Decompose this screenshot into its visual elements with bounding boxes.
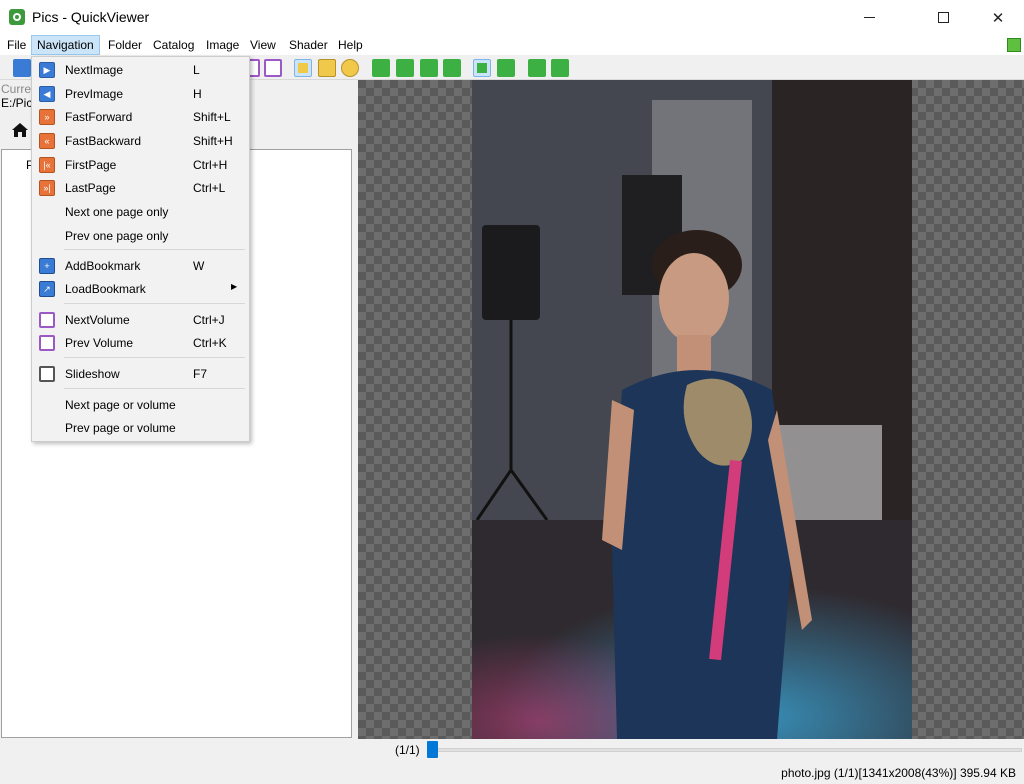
menu-item-prev-image[interactable]: ◀ PrevImage H: [32, 82, 249, 105]
app-icon: [9, 9, 25, 25]
prev-volume-icon: [39, 335, 55, 351]
menu-view[interactable]: View: [245, 35, 281, 55]
close-icon: ✕: [991, 9, 1005, 27]
menu-item-next-image[interactable]: ▶ NextImage L: [32, 58, 249, 81]
slideshow-toolbar-icon[interactable]: [528, 59, 546, 77]
prev-image-icon: ◀: [39, 86, 55, 102]
zoom-in-icon[interactable]: [396, 59, 414, 77]
menu-file[interactable]: File: [2, 35, 31, 55]
page-slider-track[interactable]: [432, 748, 1022, 752]
submenu-arrow-icon: ▶: [231, 282, 238, 291]
single-page-view-button[interactable]: [473, 59, 491, 77]
open-folder-toolbar-button[interactable]: [294, 59, 312, 77]
fullscreen-toggle-icon[interactable]: [1007, 38, 1021, 52]
maximize-icon: [937, 12, 949, 23]
fast-backward-icon: «: [39, 133, 55, 149]
menu-catalog[interactable]: Catalog: [148, 35, 199, 55]
settings-gear-icon[interactable]: [341, 59, 359, 77]
maximize-button[interactable]: [920, 0, 966, 35]
menu-item-slideshow[interactable]: Slideshow F7: [32, 362, 249, 385]
menu-item-fast-backward[interactable]: « FastBackward Shift+H: [32, 129, 249, 152]
menu-item-load-bookmark[interactable]: ↗ LoadBookmark ▶: [32, 277, 249, 300]
minimize-icon: [863, 17, 875, 18]
home-icon[interactable]: [11, 122, 29, 138]
pin-icon[interactable]: [551, 59, 569, 77]
last-page-icon: »|: [39, 180, 55, 196]
menu-separator: [64, 303, 245, 304]
menu-image[interactable]: Image: [201, 35, 244, 55]
menu-item-next-volume[interactable]: NextVolume Ctrl+J: [32, 308, 249, 331]
current-folder-label: Curre: [1, 82, 32, 96]
minimize-button[interactable]: [846, 0, 892, 35]
menu-folder[interactable]: Folder: [103, 35, 147, 55]
dual-page-view-icon[interactable]: [497, 59, 515, 77]
load-bookmark-icon: ↗: [39, 281, 55, 297]
menu-item-next-page-or-volume[interactable]: Next page or volume: [32, 393, 249, 416]
next-volume-toolbar-icon[interactable]: [264, 59, 282, 77]
next-image-icon: ▶: [39, 62, 55, 78]
status-text: photo.jpg (1/1)[1341x2008(43%)] 395.94 K…: [781, 766, 1016, 780]
fast-forward-icon: »: [39, 109, 55, 125]
menu-separator: [64, 357, 245, 358]
first-page-icon: |«: [39, 157, 55, 173]
menu-item-first-page[interactable]: |« FirstPage Ctrl+H: [32, 153, 249, 176]
menu-shader[interactable]: Shader: [284, 35, 333, 55]
next-volume-icon: [39, 312, 55, 328]
zoom-fit-icon[interactable]: [443, 59, 461, 77]
menu-separator: [64, 249, 245, 250]
page-counter: (1/1): [395, 743, 420, 757]
menu-navigation[interactable]: Navigation: [31, 35, 100, 55]
menu-item-fast-forward[interactable]: » FastForward Shift+L: [32, 105, 249, 128]
add-bookmark-icon: +: [39, 258, 55, 274]
slideshow-icon: [39, 366, 55, 382]
rotate-icon[interactable]: [372, 59, 390, 77]
menu-item-prev-page-or-volume[interactable]: Prev page or volume: [32, 416, 249, 439]
catalog-toolbar-icon[interactable]: [318, 59, 336, 77]
menu-item-prev-volume[interactable]: Prev Volume Ctrl+K: [32, 331, 249, 354]
photo-illustration: [472, 80, 912, 739]
menu-item-next-one-page-only[interactable]: Next one page only: [32, 200, 249, 223]
menu-item-add-bookmark[interactable]: + AddBookmark W: [32, 254, 249, 277]
menu-item-last-page[interactable]: »| LastPage Ctrl+L: [32, 176, 249, 199]
prev-image-toolbar-icon[interactable]: [13, 59, 31, 77]
menu-separator: [64, 388, 245, 389]
window-title: Pics - QuickViewer: [32, 9, 150, 25]
page-slider-handle[interactable]: [427, 741, 438, 758]
menu-help[interactable]: Help: [333, 35, 368, 55]
photo-image: [472, 80, 912, 739]
close-button[interactable]: ✕: [975, 0, 1021, 35]
menu-item-prev-one-page-only[interactable]: Prev one page only: [32, 224, 249, 247]
zoom-out-icon[interactable]: [420, 59, 438, 77]
current-folder-path: E:/Pic: [1, 96, 33, 110]
